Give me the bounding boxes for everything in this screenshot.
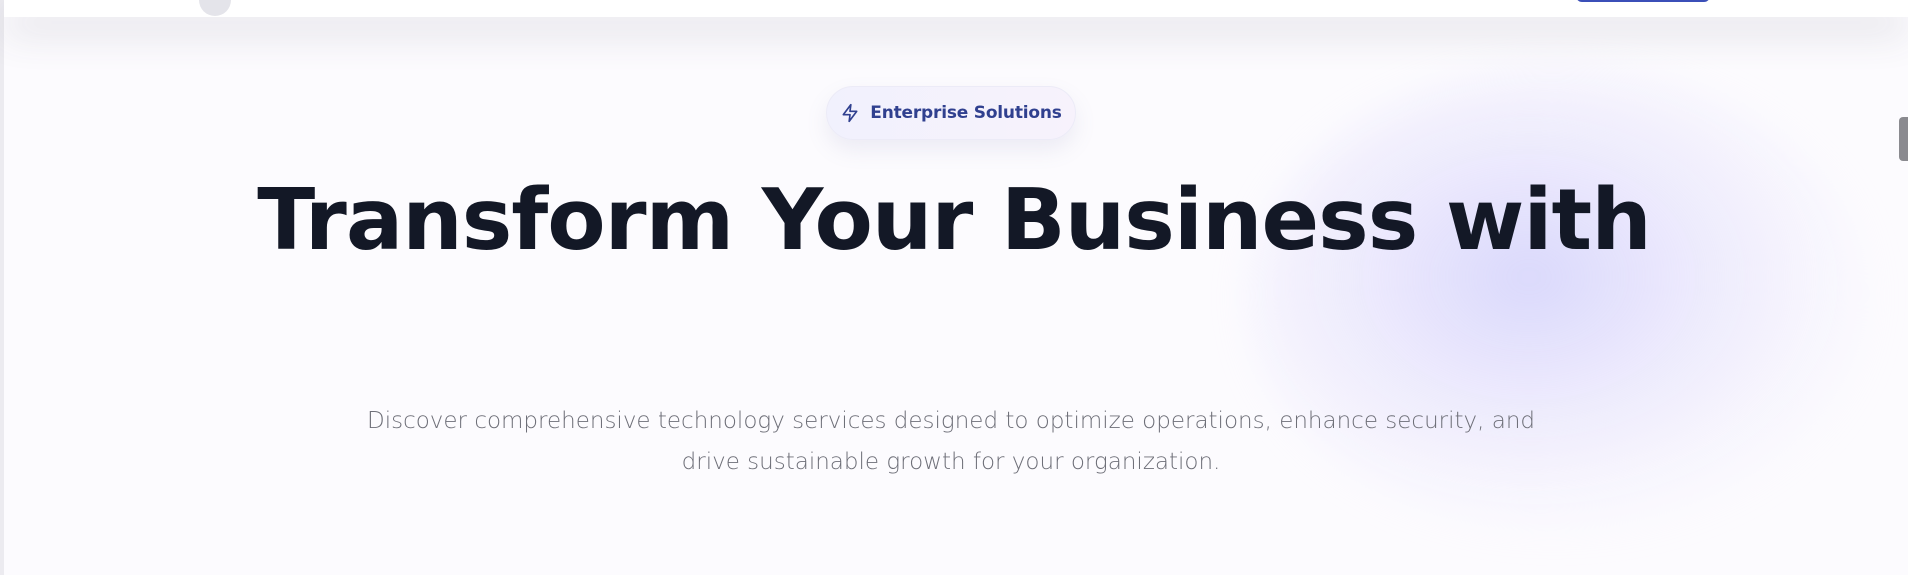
hero-section: Enterprise Solutions Transform Your Busi… [0,0,1908,575]
badge-label: Enterprise Solutions [870,103,1062,123]
lightning-bolt-icon [840,103,860,123]
enterprise-solutions-badge: Enterprise Solutions [826,86,1076,140]
scrollbar[interactable] [1898,0,1908,575]
hero-description: Discover comprehensive technology servic… [366,408,1536,475]
hero-headline: Transform Your Business with [257,171,1651,270]
scrollbar-thumb[interactable] [1899,117,1908,161]
nav-avatar-icon[interactable] [199,0,231,16]
window-left-edge [0,0,4,575]
nav-cta-button[interactable] [1576,0,1710,2]
top-navigation-bar [4,0,1908,17]
